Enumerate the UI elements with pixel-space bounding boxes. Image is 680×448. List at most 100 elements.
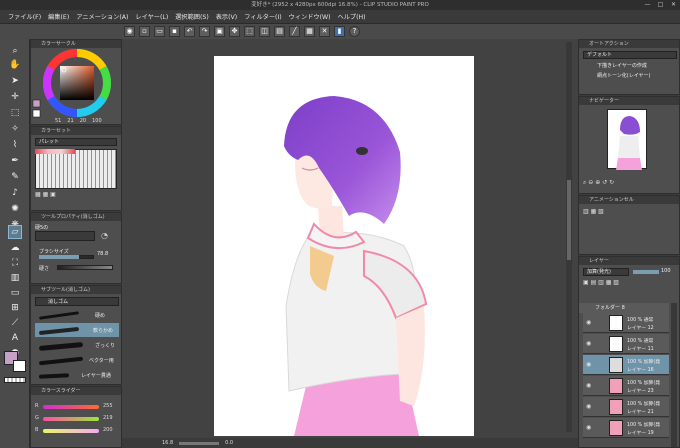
opacity-slider[interactable]: [633, 270, 659, 274]
redo-icon[interactable]: ↷: [199, 26, 210, 37]
eraser-icon[interactable]: ▱: [8, 225, 22, 239]
navigator-panel: ナビゲーター ⌕ ⊖ ⊕ ↺ ↻: [578, 96, 680, 194]
blend-mode-select[interactable]: 加算(発光): [583, 268, 629, 276]
zoom-value[interactable]: 16.8: [162, 440, 173, 446]
move-layer-icon[interactable]: ✛: [9, 91, 21, 103]
text-icon[interactable]: A: [9, 332, 21, 344]
menu-animation[interactable]: アニメーション(A): [76, 12, 128, 21]
layer-folder-row[interactable]: フォルダー 8: [579, 303, 669, 313]
navigator-toolbar[interactable]: ⌕ ⊖ ⊕ ↺ ↻: [583, 179, 677, 189]
green-label: G: [35, 415, 39, 421]
snap-grid-icon[interactable]: ▦: [304, 26, 315, 37]
clip-studio-icon[interactable]: ◉: [124, 26, 135, 37]
deselect-icon[interactable]: ⬚: [244, 26, 255, 37]
animation-cels-toolbar[interactable]: ▥ ▦ ▧: [583, 208, 604, 215]
pen-icon[interactable]: ✒: [9, 155, 21, 167]
clear-icon[interactable]: ▣: [214, 26, 225, 37]
fill-bucket-icon[interactable]: ⛶: [9, 257, 21, 269]
save-icon[interactable]: ▪: [169, 26, 180, 37]
navigator-title: ナビゲーター: [579, 97, 679, 105]
eyedropper-icon[interactable]: ⌇: [9, 139, 21, 151]
canvas-document[interactable]: [214, 56, 474, 436]
minimize-button[interactable]: —: [643, 1, 652, 9]
undo-icon[interactable]: ↶: [184, 26, 195, 37]
color-set-title: カラーセット: [31, 127, 121, 135]
eye-icon[interactable]: ◉: [586, 319, 591, 326]
menu-edit[interactable]: 編集(E): [48, 12, 69, 21]
window-controls: — □ ✕: [643, 1, 678, 9]
pen-pressure-icon[interactable]: ▮: [334, 26, 345, 37]
sub-tool-item-all-layers[interactable]: レイヤー貫通: [35, 368, 119, 382]
menu-selection[interactable]: 選択範囲(S): [175, 12, 209, 21]
zoom-icon[interactable]: ⌕: [9, 45, 21, 57]
move-icon[interactable]: ✋: [9, 59, 21, 71]
invert-selection-icon[interactable]: ◫: [259, 26, 270, 37]
selection-icon[interactable]: ⬚: [9, 107, 21, 119]
angle-value[interactable]: 0.0: [225, 440, 233, 446]
green-slider[interactable]: [43, 417, 99, 421]
auto-select-icon[interactable]: ✧: [9, 123, 21, 135]
sub-tool-item-vector[interactable]: ベクター用: [35, 353, 119, 367]
help-icon[interactable]: ?: [349, 26, 360, 37]
menu-file[interactable]: ファイル(F): [8, 12, 41, 21]
sub-color-swatch[interactable]: [13, 360, 26, 372]
layer-row-selected[interactable]: ◉ 100 % 加算(発 レイヤー 16: [583, 355, 669, 375]
sub-tool-item-soft[interactable]: 軟らかめ: [35, 323, 119, 337]
figure-icon[interactable]: ▭: [9, 287, 21, 299]
menu-help[interactable]: ヘルプ(H): [338, 12, 366, 21]
sub-tool-item-hard[interactable]: 硬め: [35, 308, 119, 322]
palette-swatches[interactable]: [35, 149, 117, 189]
menu-view[interactable]: 表示(V): [216, 12, 237, 21]
sub-tool-item-rough[interactable]: ざっくり: [35, 338, 119, 352]
close-button[interactable]: ✕: [669, 1, 678, 9]
frame-icon[interactable]: ⊞: [9, 302, 21, 314]
palette-select[interactable]: パレット: [35, 138, 117, 146]
airbrush-icon[interactable]: ✺: [9, 203, 21, 215]
layer-row[interactable]: ◉ 100 % 加算(発 レイヤー 21: [583, 397, 669, 417]
maximize-button[interactable]: □: [656, 1, 665, 9]
menu-layer[interactable]: レイヤー(L): [135, 12, 168, 21]
transform-icon[interactable]: ✥: [229, 26, 240, 37]
snap-special-icon[interactable]: ✕: [319, 26, 330, 37]
palette-row-accent[interactable]: [35, 149, 75, 154]
auto-action-set[interactable]: デフォルト: [583, 51, 677, 59]
pencil-icon[interactable]: ✎: [9, 171, 21, 183]
ruler-icon[interactable]: ⟋: [9, 317, 21, 329]
layer-toolbar[interactable]: ▣ ▤ ▥ ▦ ▧: [583, 279, 619, 286]
zoom-slider[interactable]: [179, 441, 220, 445]
eye-icon[interactable]: ◉: [586, 403, 591, 410]
blue-slider[interactable]: [43, 429, 99, 433]
layer-scrollbar[interactable]: [671, 303, 677, 447]
navigator-thumbnail[interactable]: [607, 109, 647, 170]
operation-icon[interactable]: ➤: [9, 75, 21, 87]
layer-blend: 100 % 加算(発: [627, 360, 661, 365]
auto-action-item[interactable]: 下描きレイヤーの作成: [583, 62, 677, 71]
layer-row[interactable]: ◉ 100 % 加算(発 レイヤー 19: [583, 418, 669, 438]
auto-action-item[interactable]: 網点トーン化(レイヤー): [583, 72, 677, 81]
gradient-icon[interactable]: ▥: [9, 272, 21, 284]
auto-action-title: オートアクション: [579, 40, 679, 48]
palette-footer: ▦ ▦ ▣: [35, 191, 56, 198]
menu-filter[interactable]: フィルター(I): [244, 12, 281, 21]
transparent-color-swatch[interactable]: [4, 377, 26, 383]
eye-icon[interactable]: ◉: [586, 424, 591, 431]
color-wheel[interactable]: [31, 48, 123, 126]
snap-ruler-icon[interactable]: ╱: [289, 26, 300, 37]
brush-icon[interactable]: ♪: [9, 187, 21, 199]
canvas-scroll-thumb[interactable]: [567, 180, 571, 260]
new-file-icon[interactable]: ▫: [139, 26, 150, 37]
open-file-icon[interactable]: ▭: [154, 26, 165, 37]
hardness-slider[interactable]: [57, 265, 113, 270]
layer-row[interactable]: ◉ 100 % 通常 レイヤー 12: [583, 313, 669, 333]
blue-label: B: [35, 427, 39, 433]
eye-icon[interactable]: ◉: [586, 382, 591, 389]
red-slider[interactable]: [43, 405, 99, 409]
menu-window[interactable]: ウィンドウ(W): [289, 12, 331, 21]
fill-icon[interactable]: ▤: [274, 26, 285, 37]
eye-icon[interactable]: ◉: [586, 361, 591, 368]
eye-icon[interactable]: ◉: [586, 340, 591, 347]
blend-icon[interactable]: ☁: [9, 242, 21, 254]
layer-row[interactable]: ◉ 100 % 加算(発 レイヤー 23: [583, 376, 669, 396]
layer-row[interactable]: ◉ 100 % 通常 レイヤー 11: [583, 334, 669, 354]
sub-tool-group-tab[interactable]: 消しゴム: [35, 297, 119, 306]
